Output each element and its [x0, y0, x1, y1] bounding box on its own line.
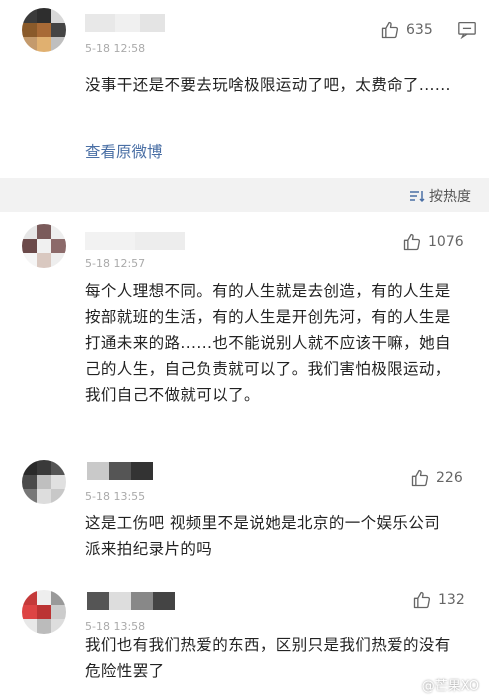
comment-text: 每个人理想不同。有的人生就是去创造，有的人生是按部就班的生活，有的人生是开创先河… — [85, 282, 451, 404]
like-button[interactable]: 635 — [380, 20, 433, 40]
sort-icon — [410, 191, 425, 203]
avatar[interactable] — [22, 8, 66, 52]
like-button[interactable]: 1076 — [402, 232, 464, 252]
like-count: 1076 — [428, 234, 464, 250]
like-count: 132 — [438, 592, 465, 608]
avatar[interactable] — [22, 224, 66, 268]
sort-label: 按热度 — [429, 189, 471, 205]
comment-time: 5-18 12:57 — [85, 257, 146, 270]
thumbs-up-icon — [403, 233, 421, 251]
thumbs-up-icon — [413, 591, 431, 609]
watermark: @芒果XO — [421, 679, 479, 694]
sort-bar: 按热度 — [0, 178, 489, 212]
sort-by-hot-button[interactable]: 按热度 — [409, 186, 471, 206]
like-button[interactable]: 132 — [412, 590, 465, 610]
username-blurred[interactable] — [85, 14, 165, 32]
top-comment-card: 5-18 12:58 635 没事干还是不要去玩啥极限运动了吧，太费命了....… — [0, 0, 489, 178]
comment-time: 5-18 13:55 — [85, 490, 146, 503]
like-button[interactable]: 226 — [410, 468, 463, 488]
comment-time: 5-18 12:58 — [85, 42, 146, 55]
username-blurred[interactable] — [87, 462, 153, 480]
comment-text: 没事干还是不要去玩啥极限运动了吧，太费命了...... — [85, 76, 451, 94]
thumbs-up-icon — [381, 21, 399, 39]
username-blurred[interactable] — [85, 232, 185, 250]
like-count: 226 — [436, 470, 463, 486]
like-count: 635 — [406, 22, 433, 38]
comment-list: 5-18 12:57 1076 每个人理想不同。有的人生就是去创造，有的人生是按… — [0, 212, 489, 700]
comment-text: 这是工伤吧 视频里不是说她是北京的一个娱乐公司派来拍纪录片的吗 — [85, 514, 441, 558]
username-blurred[interactable] — [87, 592, 175, 610]
avatar[interactable] — [22, 590, 66, 634]
comment-text: 我们也有我们热爱的东西，区别只是我们热爱的没有危险性罢了 — [85, 636, 451, 680]
view-original-link[interactable]: 查看原微博 — [85, 140, 163, 162]
thumbs-up-icon — [411, 469, 429, 487]
avatar[interactable] — [22, 460, 66, 504]
comment-icon[interactable] — [457, 21, 477, 39]
